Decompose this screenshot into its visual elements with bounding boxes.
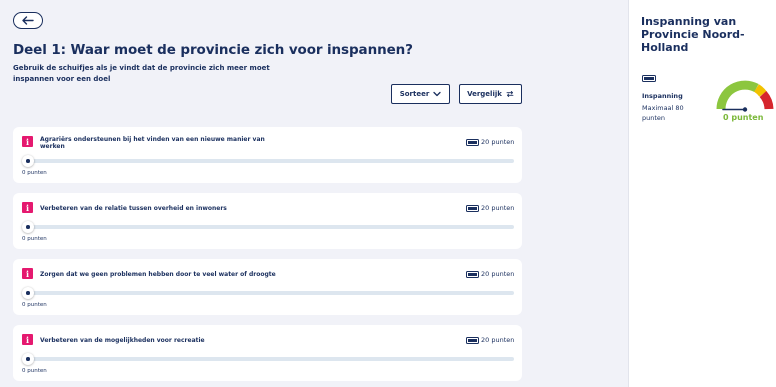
goal-value: 0 punten [22,236,47,242]
goal-title: Verbeteren van de mogelijkheden voor rec… [40,337,205,344]
gauge-yellow-arc [753,84,767,97]
sidebar-title: Inspanning van Provincie Noord-Holland [641,15,745,54]
main-content: Deel 1: Waar moet de provincie zich voor… [0,0,628,387]
goal-value: 0 punten [22,170,47,176]
gauge-red-arc [759,91,774,110]
battery-icon [466,139,479,146]
goal-title: Agrariërs ondersteunen bij het vinden va… [40,136,265,150]
battery-icon [466,205,479,212]
goal-card: i Verbeteren van de relatie tussen overh… [13,193,522,249]
goal-card: i Zorgen dat we geen problemen hebben do… [13,259,522,315]
compare-button[interactable]: Vergelijk [459,84,522,104]
summary-sidebar: Inspanning van Provincie Noord-Holland I… [628,0,776,387]
swap-arrows-icon [506,91,514,97]
goal-max-points: 20 punten [481,270,515,278]
goal-slider-track[interactable] [22,291,514,295]
goal-max-points: 20 punten [481,336,515,344]
goal-max-points: 20 punten [481,138,515,146]
sort-button[interactable]: Sorteer [391,84,450,104]
goal-max-points: 20 punten [481,204,515,212]
back-button[interactable] [13,12,43,29]
page-subtitle: Gebruik de schuifjes als je vindt dat de… [13,64,270,83]
compare-label: Vergelijk [467,90,502,98]
arrow-left-icon [22,16,34,25]
goal-slider-handle[interactable] [22,155,34,167]
battery-icon [466,337,479,344]
goal-slider-handle[interactable] [22,353,34,365]
page-title: Deel 1: Waar moet de provincie zich voor… [13,42,413,58]
effort-gauge [716,80,774,112]
goal-value: 0 punten [22,368,47,374]
battery-icon [642,75,656,82]
info-icon[interactable]: i [22,334,33,345]
goal-title: Verbeteren van de relatie tussen overhei… [40,205,227,212]
goal-slider-track[interactable] [22,159,514,163]
sort-label: Sorteer [399,90,430,98]
goal-title: Zorgen dat we geen problemen hebben door… [40,271,276,278]
goal-card: i Verbeteren van de mogelijkheden voor r… [13,325,522,381]
info-icon[interactable]: i [22,268,33,279]
goal-slider-handle[interactable] [22,221,34,233]
effort-max: Maximaal 80 punten [642,104,684,122]
battery-icon [466,271,479,278]
goal-slider-track[interactable] [22,225,514,229]
goal-card: i Agrariërs ondersteunen bij het vinden … [13,127,522,183]
goal-slider-track[interactable] [22,357,514,361]
goal-slider-handle[interactable] [22,287,34,299]
goal-value: 0 punten [22,302,47,308]
gauge-value: 0 punten [723,113,764,122]
gauge-hub [742,107,748,112]
info-icon[interactable]: i [22,202,33,213]
info-icon[interactable]: i [22,136,33,147]
gauge-green-arc [716,80,759,110]
chevron-down-icon [433,91,441,97]
effort-label: Inspanning [642,92,683,100]
